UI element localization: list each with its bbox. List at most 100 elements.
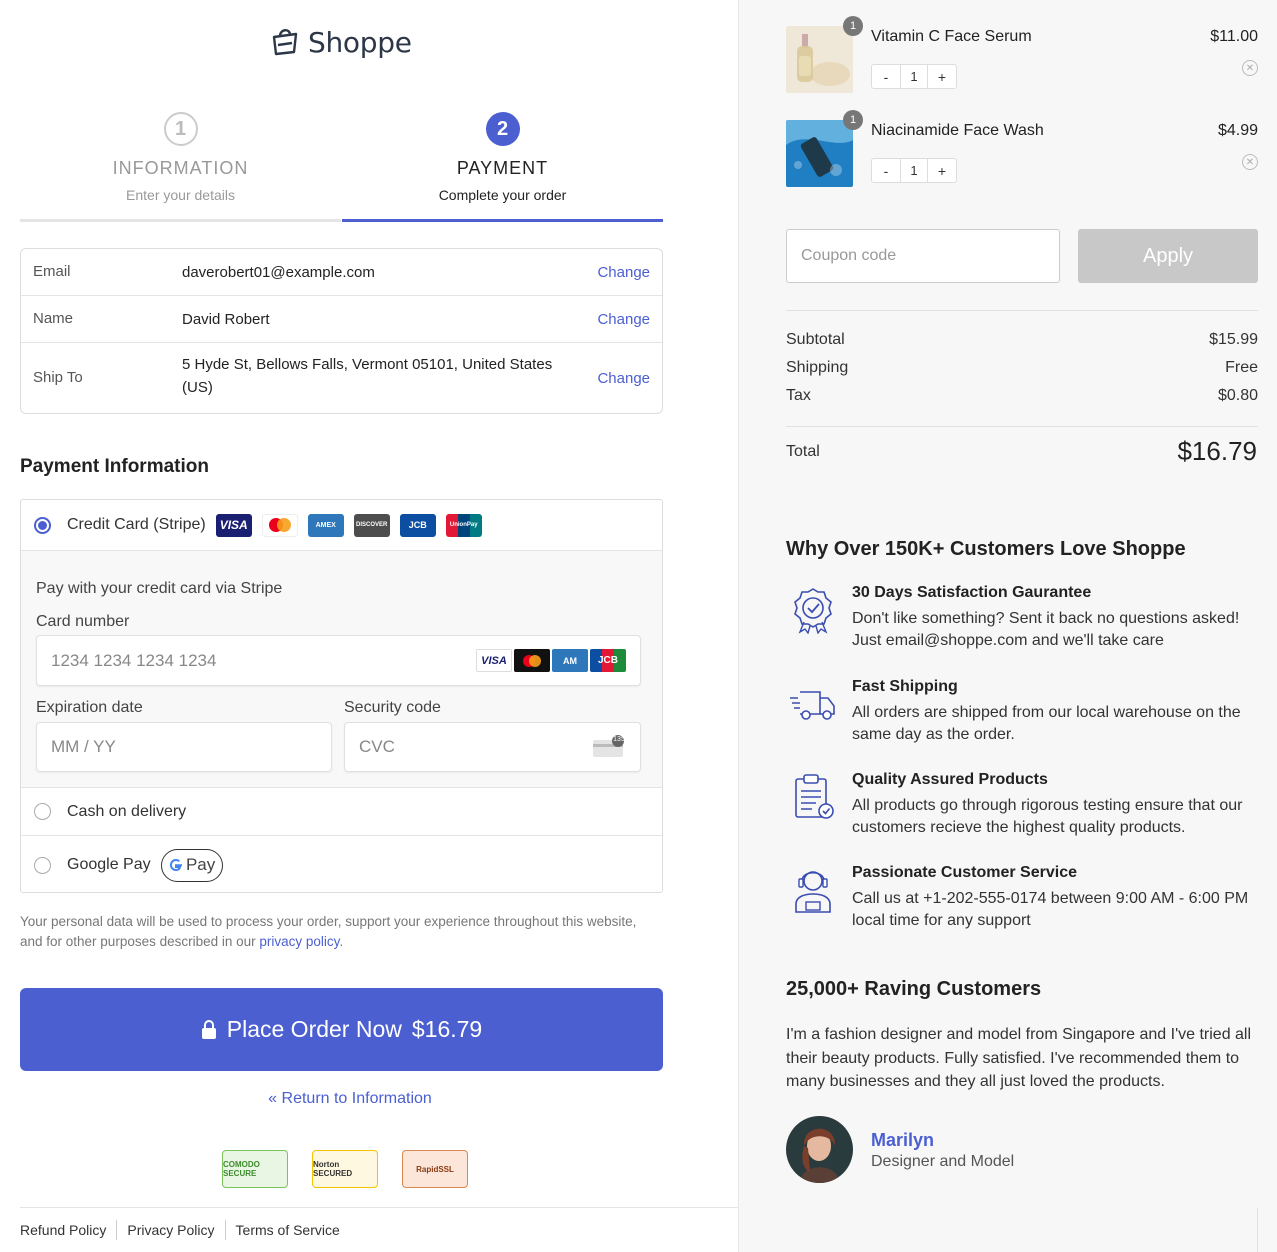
refund-policy-link[interactable]: Refund Policy	[20, 1220, 116, 1240]
visa-icon: VISA	[476, 649, 512, 672]
cvc-placeholder: CVC	[359, 737, 395, 756]
testimonial-section-title: 25,000+ Raving Customers	[786, 978, 1042, 1000]
payment-method-label: Credit Card (Stripe)	[67, 516, 206, 533]
change-email-link[interactable]: Change	[597, 264, 650, 281]
shipping-value: Free	[1225, 359, 1258, 376]
privacy-end: .	[339, 934, 344, 949]
increase-qty-button[interactable]: +	[928, 159, 956, 182]
subtotal-row: Subtotal $15.99	[786, 331, 1258, 349]
rapidssl-badge: RapidSSL	[402, 1150, 468, 1188]
apply-coupon-button[interactable]: Apply	[1078, 229, 1258, 283]
card-brand-logos: VISA AMEX DISCOVER JCB UnionPay	[215, 513, 482, 537]
norton-secured-badge: Norton SECURED	[312, 1150, 378, 1188]
privacy-notice: Your personal data will be used to proce…	[20, 912, 660, 952]
payment-method-cod[interactable]: Cash on delivery	[21, 788, 662, 836]
subtotal-label: Subtotal	[786, 331, 845, 348]
step-title: INFORMATION	[112, 158, 249, 178]
tax-row: Tax $0.80	[786, 387, 1258, 405]
feature-description: All orders are shipped from our local wa…	[852, 704, 1241, 743]
product-image	[786, 120, 853, 187]
payment-method-label: Google Pay	[67, 856, 151, 873]
payment-method-label: Cash on delivery	[67, 802, 187, 820]
item-quantity-badge: 1	[843, 110, 863, 130]
item-price: $11.00	[1210, 28, 1258, 45]
step-number: 1	[163, 112, 198, 146]
shipping-label: Shipping	[786, 359, 849, 376]
change-name-link[interactable]: Change	[597, 311, 650, 328]
security-badges: COMODO SECURE Norton SECURED RapidSSL	[222, 1150, 468, 1188]
jcb-icon: JCB	[399, 513, 436, 537]
card-number-input[interactable]: 1234 1234 1234 1234 VISA AM JCB	[36, 635, 641, 686]
discover-icon: DISCOVER	[353, 513, 390, 537]
terms-of-service-link[interactable]: Terms of Service	[224, 1220, 350, 1240]
total-label: Total	[786, 443, 820, 460]
tax-label: Tax	[786, 387, 811, 404]
credit-card-radio[interactable]	[34, 516, 51, 534]
privacy-policy-link[interactable]: privacy policy	[259, 934, 339, 949]
decrease-qty-button[interactable]: -	[872, 65, 900, 88]
change-address-link[interactable]: Change	[597, 370, 650, 387]
payment-method-credit-card[interactable]: Credit Card (Stripe) VISA AMEX DISCOVER …	[21, 500, 662, 551]
item-name: Niacinamide Face Wash	[871, 122, 1044, 139]
step-progress-bar	[20, 219, 341, 222]
step-information[interactable]: 1 INFORMATION Enter your details	[20, 112, 341, 222]
place-order-label: Place Order Now	[226, 1016, 402, 1042]
google-pay-text: Pay	[185, 855, 216, 874]
avatar	[786, 1116, 853, 1183]
expiry-placeholder: MM / YY	[51, 737, 116, 756]
truck-icon	[790, 691, 835, 720]
quantity-stepper: - 1 +	[871, 158, 957, 183]
cvc-input[interactable]: CVC 135	[344, 722, 641, 772]
shipping-row: Shipping Free	[786, 359, 1258, 377]
google-pay-radio[interactable]	[34, 856, 51, 874]
card-number-label: Card number	[36, 613, 130, 630]
jcb-icon: JCB	[590, 649, 626, 672]
reviewer-role: Designer and Model	[871, 1153, 1015, 1170]
feature-title: Fast Shipping	[852, 678, 958, 695]
privacy-policy-footer-link[interactable]: Privacy Policy	[116, 1220, 224, 1240]
step-number: 2	[485, 112, 520, 146]
coupon-placeholder: Coupon code	[801, 247, 897, 264]
total-value: $16.79	[1177, 436, 1257, 466]
remove-item-icon[interactable]: ✕	[1242, 60, 1258, 76]
info-label: Email	[33, 263, 71, 280]
divider	[1257, 1208, 1258, 1252]
return-to-information-link[interactable]: « Return to Information	[0, 1090, 700, 1108]
step-payment[interactable]: 2 PAYMENT Complete your order	[342, 112, 663, 222]
item-name: Vitamin C Face Serum	[871, 28, 1032, 45]
qty-value[interactable]: 1	[900, 65, 928, 88]
payment-methods: Credit Card (Stripe) VISA AMEX DISCOVER …	[20, 499, 663, 893]
place-order-button[interactable]: Place Order Now $16.79	[20, 988, 663, 1071]
info-value: daverobert01@example.com	[182, 264, 375, 281]
decrease-qty-button[interactable]: -	[872, 159, 900, 182]
qty-value[interactable]: 1	[900, 159, 928, 182]
stripe-card-form: Pay with your credit card via Stripe Car…	[21, 551, 662, 788]
card-number-placeholder: 1234 1234 1234 1234	[51, 650, 217, 670]
brand-name: Shoppe	[308, 25, 412, 59]
step-subtitle: Enter your details	[126, 187, 235, 203]
coupon-input[interactable]: Coupon code	[786, 229, 1060, 283]
expiry-input[interactable]: MM / YY	[36, 722, 332, 772]
feature-description: All products go through rigorous testing…	[852, 797, 1243, 836]
checkout-steps: 1 INFORMATION Enter your details 2 PAYME…	[20, 112, 663, 222]
cod-radio[interactable]	[34, 803, 51, 820]
google-pay-badge: Pay	[160, 848, 223, 882]
info-row-ship-to: Ship To 5 Hyde St, Bellows Falls, Vermon…	[21, 343, 662, 413]
mastercard-icon	[514, 649, 550, 672]
customer-info-summary: Email daverobert01@example.com Change Na…	[20, 248, 663, 414]
item-price: $4.99	[1217, 122, 1258, 139]
step-subtitle: Complete your order	[438, 187, 567, 203]
expiry-label: Expiration date	[36, 699, 143, 716]
increase-qty-button[interactable]: +	[928, 65, 956, 88]
remove-item-icon[interactable]: ✕	[1242, 154, 1258, 170]
accepted-cards: VISA AM JCB	[476, 649, 626, 672]
payment-method-google-pay[interactable]: Google Pay Pay	[21, 836, 662, 892]
amex-icon: AMEX	[307, 513, 344, 537]
shopping-bag-icon	[272, 29, 298, 56]
brand-logo[interactable]: Shoppe	[268, 22, 412, 62]
feature-description: Call us at +1-202-555-0174 between 9:00 …	[852, 890, 1249, 929]
cart-item: 1 Niacinamide Face Wash $4.99 - 1 + ✕	[786, 110, 1258, 190]
payment-section-title: Payment Information	[20, 456, 209, 477]
google-g-icon	[169, 859, 182, 872]
why-section-title: Why Over 150K+ Customers Love Shoppe	[786, 538, 1186, 560]
